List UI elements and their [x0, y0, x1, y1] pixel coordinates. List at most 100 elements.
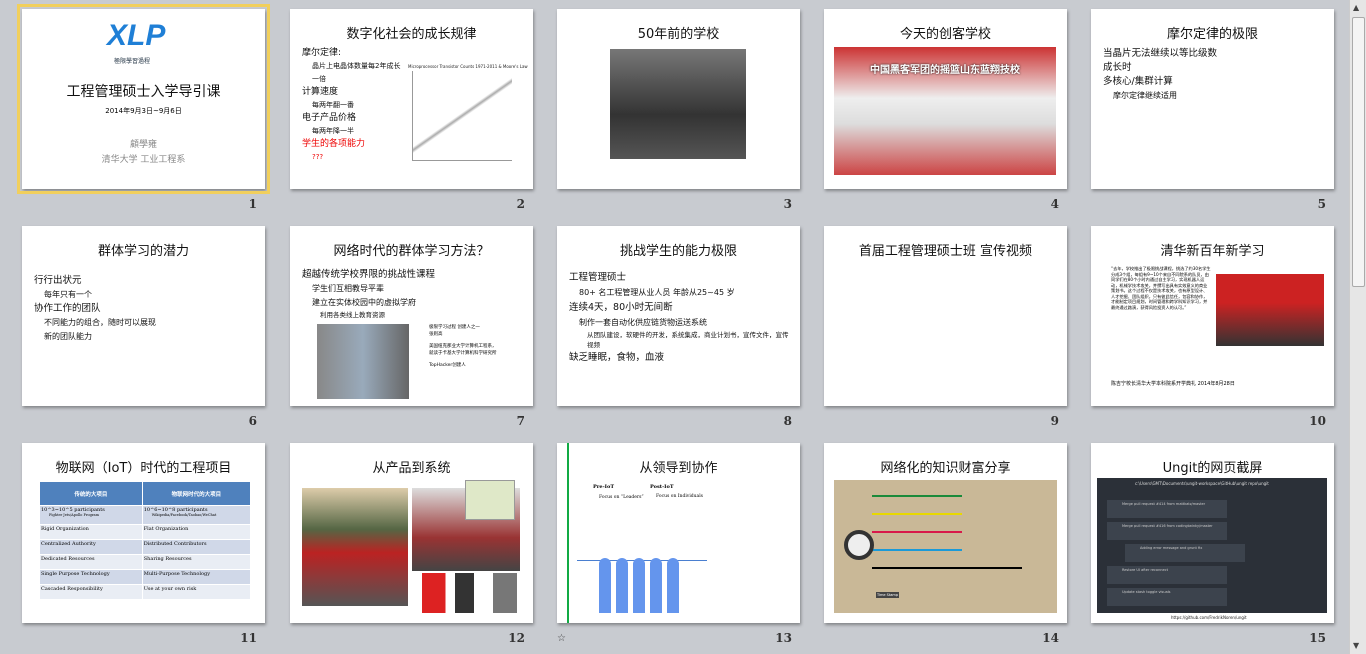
slide-title: 挑战学生的能力极限: [619, 244, 737, 259]
ungit-screenshot: c:\Users\GMT\Documents\ungit-workspace\G…: [1097, 478, 1327, 613]
commit-item: Merge pull request #416 from codingtwink…: [1107, 522, 1227, 540]
maker-school-photo: 中国黑客军团的摇篮山东蓝翔技校: [834, 47, 1056, 175]
slide-thumbnail-13[interactable]: 从领导到协作 Pre-IoT Focus on “Leaders” Post-IoT F…: [557, 443, 800, 623]
bullet-item: 学生的各项能力: [302, 139, 366, 149]
cell-text: Flat Organization: [143, 526, 189, 532]
commit-item: Restore UI after reconnect: [1107, 566, 1227, 584]
speech-quote: “去年，学校推出了极限挑战课程，挑选了约30名学生分成3个组，每组有9~10个来…: [1111, 266, 1211, 310]
caption-line: 张则高: [429, 332, 443, 337]
caption-line: 美国纽克那业大学计算机工程系，: [429, 344, 497, 349]
slide-number: 10: [1309, 414, 1326, 428]
moores-law-chart: [412, 71, 512, 161]
author: 顧學雍: [129, 140, 157, 150]
cell-text: Dedicated Resources: [41, 556, 95, 562]
table-cell: Flat Organization: [141, 524, 252, 540]
slide-number: 3: [783, 197, 792, 211]
map-screenshot: [465, 480, 515, 520]
slide-number: 8: [783, 414, 792, 428]
bullet-item: 制作一套自动化供应链货物运送系统: [579, 318, 707, 327]
slide-number: 6: [248, 414, 257, 428]
founder-caption: 极限学习过程 创建人之一 张则高 美国纽克那业大学计算机工程系， 就读于卡基大学计算机…: [429, 324, 524, 369]
post-iot-heading: Post-IoT: [650, 484, 674, 490]
table-row: Dedicated Resources Sharing Resources: [39, 554, 252, 570]
branch-line: [872, 513, 962, 515]
bullet-item: 摩尔定律:: [302, 48, 342, 58]
scroll-down-arrow-icon[interactable]: ▼: [1353, 641, 1359, 650]
bullet-item: 当晶片无法继续以等比级数成长时: [1103, 48, 1218, 73]
slide-thumbnail-14[interactable]: 网络化的知识财富分享 Time Stamp: [824, 443, 1067, 623]
branch-line: [872, 567, 1022, 569]
slide-thumbnail-12[interactable]: 从产品到系统: [290, 443, 533, 623]
slide-thumbnail-10[interactable]: 清华新百年新学习 “去年，学校推出了极限挑战课程，挑选了约30名学生分成3个组，每…: [1091, 226, 1334, 406]
branch-line: [872, 495, 962, 497]
red-car-photo: [302, 488, 408, 606]
logo-subtitle: 極限學習過程: [114, 58, 151, 65]
slide-thumbnail-15[interactable]: Ungit的网页截屏 c:\Users\GMT\Documents\ungit-w…: [1091, 443, 1334, 623]
cell-subtext: Wikipedia/Facebook/Taobao/WeChat: [151, 513, 217, 517]
speech-photo: [1216, 274, 1324, 346]
scroll-thumb[interactable]: [1352, 17, 1365, 287]
table-row: Single Purpose Technology Multi-Purpose T…: [39, 569, 252, 585]
founder-photo: [317, 324, 409, 399]
bullet-item: 建立在实体校园中的虚拟学府: [312, 298, 416, 307]
bullet-item: 超越传统学校界限的挑战性课程: [302, 269, 436, 280]
slide-thumbnail-1[interactable]: 工程管理硕士入学导引课 XLP 極限學習過程 2014年9月3日~9月6日 顧學雍 清华大…: [17, 4, 270, 194]
person-icon: [616, 558, 628, 613]
table-row: 10^3~10^5 participants Fighter Jets/Apoll…: [39, 505, 252, 525]
branch-line: [872, 531, 962, 533]
slide-number: 1: [248, 197, 257, 211]
xlp-logo: XLP: [107, 19, 166, 52]
slide-thumbnail-4[interactable]: 今天的创客学校 中国黑客军团的摇篮山东蓝翔技校: [824, 9, 1067, 189]
table-cell: 10^6~10^8 participants Wikipedia/Facebook…: [141, 505, 252, 525]
bullet-item: 不同能力的组合，随时可以展现新的团队能力: [44, 318, 156, 341]
iot-comparison-table: 传统的大项目 物联网时代的大项目 10^3~10^5 participants Fig…: [39, 481, 252, 600]
vertical-scrollbar[interactable]: ▲ ▼: [1349, 0, 1366, 654]
green-timeline-line: [567, 443, 569, 623]
scroll-up-arrow-icon[interactable]: ▲: [1353, 3, 1359, 12]
table-row: Rigid Organization Flat Organization: [39, 524, 252, 540]
slide-number: 5: [1317, 197, 1326, 211]
slide-number: 2: [516, 197, 525, 211]
slide-number: 13: [775, 631, 792, 645]
bullet-item: 计算速度: [302, 87, 339, 97]
slide-title: 50年前的学校: [637, 27, 720, 42]
photo-banner: 中国黑客军团的摇篮山东蓝翔技校: [870, 65, 1020, 76]
slide-thumbnail-8[interactable]: 挑战学生的能力极限工程管理硕士 80+ 名工程管理从业人员 年龄从25~45 岁连…: [557, 226, 800, 406]
slide-thumbnail-3[interactable]: 50年前的学校: [557, 9, 800, 189]
slide-thumbnail-5[interactable]: 摩尔定律的极限 当晶片无法继续以等比级数成长时 多核心/集群计算 摩尔定律继续适用: [1091, 9, 1334, 189]
date: 2014年9月3日~9月6日: [105, 107, 182, 115]
table-cell: 10^3~10^5 participants Fighter Jets/Apoll…: [39, 505, 143, 525]
slide-thumbnail-11[interactable]: 物联网（IoT）时代的工程项目 传统的大项目 物联网时代的大项目 10^3~10^5 …: [22, 443, 265, 623]
slide-thumbnail-9[interactable]: 首届工程管理硕士班 宣传视频: [824, 226, 1067, 406]
git-branch-diagram: Time Stamp: [834, 480, 1057, 613]
animation-star-icon[interactable]: ☆: [557, 633, 566, 644]
table-cell: Centralized Authority: [39, 539, 143, 555]
table-row: Cascaded Responsibility Use at your own r…: [39, 584, 252, 600]
slide-number: 7: [516, 414, 525, 428]
slide-title: 网络化的知识财富分享: [880, 461, 1011, 476]
slide-thumbnail-6[interactable]: 群体学习的潜力 行行出状元 每年只有一个 协作工作的团队 不同能力的组合，随时可以展现新…: [22, 226, 265, 406]
department: 清华大学 工业工程系: [101, 155, 186, 165]
bullet-item: 协作工作的团队: [34, 303, 101, 314]
branch-line: [872, 549, 962, 551]
cell-subtext: Fighter Jets/Apollo Program: [49, 513, 99, 517]
app-icons: [422, 573, 517, 613]
bullet-list: 工程管理硕士 80+ 名工程管理从业人员 年龄从25~45 岁连续4天，80小时无…: [569, 270, 794, 365]
stopwatch-icon: [844, 530, 874, 560]
slide-title: 数字化社会的成长规律: [346, 27, 477, 42]
cell-text: Rigid Organization: [41, 526, 89, 532]
table-header: 传统的大项目: [39, 481, 143, 506]
bullet-item: 电子产品价格: [302, 113, 357, 123]
commit-item: Merge pull request #414 from mattkatz/ma…: [1107, 500, 1227, 518]
bullet-list: 当晶片无法继续以等比级数成长时 多核心/集群计算 摩尔定律继续适用: [1103, 47, 1223, 103]
bullet-item: 晶片上电晶体数量每2年成长一倍: [312, 62, 401, 83]
table-row: Centralized Authority Distributed Contrib…: [39, 539, 252, 555]
slide-title: 清华新百年新学习: [1160, 244, 1265, 259]
bullet-item: 利用各类线上教育资源: [320, 311, 385, 319]
bullet-item: 缺乏睡眠，食物，血液: [569, 352, 665, 363]
table-cell: Cascaded Responsibility: [39, 584, 143, 600]
slide-thumbnail-7[interactable]: 网络时代的群体学习方法？ 超越传统学校界限的挑战性课程 学生们互相教导平辈 建立在实体…: [290, 226, 533, 406]
table-cell: Multi-Purpose Technology: [141, 569, 252, 585]
person-icon: [599, 558, 611, 613]
slide-thumbnail-2[interactable]: 数字化社会的成长规律 摩尔定律: 晶片上电晶体数量每2年成长一倍 计算速度 每两年翻一番…: [290, 9, 533, 189]
